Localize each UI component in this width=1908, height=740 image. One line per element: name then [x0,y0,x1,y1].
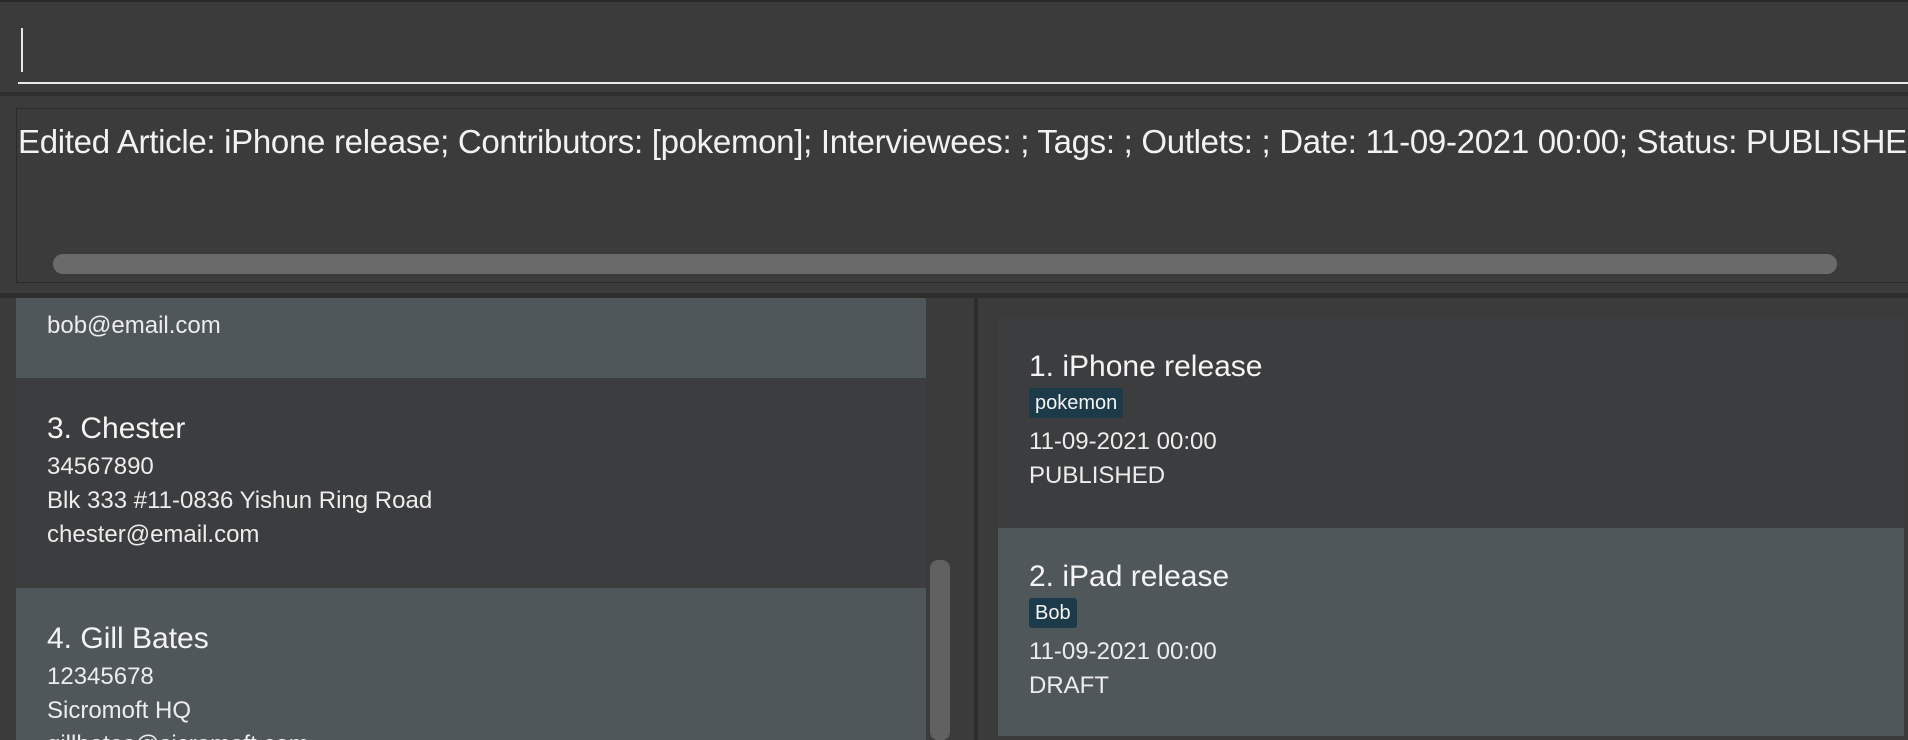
person-list-panel: bob@email.com 3. Chester 34567890 Blk 33… [0,298,974,740]
text-caret [21,28,23,72]
article-list-panel: 1. iPhone release pokemon 11-09-2021 00:… [978,298,1908,740]
divider [0,92,1908,96]
person-email: gillbates@sicromoft.com [47,731,309,740]
vertical-scrollbar[interactable] [930,560,950,740]
person-phone: 12345678 [47,663,154,690]
article-card[interactable]: 1. iPhone release pokemon 11-09-2021 00:… [998,318,1904,528]
article-title: 2. iPad release [1029,560,1230,593]
person-phone: 34567890 [47,453,154,480]
person-email: bob@email.com [47,312,221,339]
person-name: 3. Chester [47,412,186,445]
article-title: 1. iPhone release [1029,350,1263,383]
contributor-tag: Bob [1029,598,1077,628]
article-card[interactable]: 2. iPad release Bob 11-09-2021 00:00 DRA… [998,528,1904,736]
person-card[interactable]: bob@email.com [16,298,926,378]
person-card[interactable]: 4. Gill Bates 12345678 Sicromoft HQ gill… [16,588,926,740]
contributor-tag: pokemon [1029,388,1124,418]
horizontal-scrollbar[interactable] [53,254,1837,274]
article-status: PUBLISHED [1029,462,1166,489]
person-address: Blk 333 #11-0836 Yishun Ring Road [47,487,433,514]
app-window: Edited Article: iPhone release; Contribu… [0,0,1908,740]
person-address: Sicromoft HQ [47,697,192,724]
person-email: chester@email.com [47,521,260,548]
command-box [0,0,1908,92]
person-card[interactable]: 3. Chester 34567890 Blk 333 #11-0836 Yis… [16,378,926,588]
result-display[interactable]: Edited Article: iPhone release; Contribu… [16,108,1908,283]
result-message: Edited Article: iPhone release; Contribu… [18,123,1908,160]
article-date: 11-09-2021 00:00 [1029,428,1217,455]
person-name: 4. Gill Bates [47,622,209,655]
article-status: DRAFT [1029,672,1109,699]
article-date: 11-09-2021 00:00 [1029,638,1217,665]
command-input[interactable] [18,2,1908,84]
